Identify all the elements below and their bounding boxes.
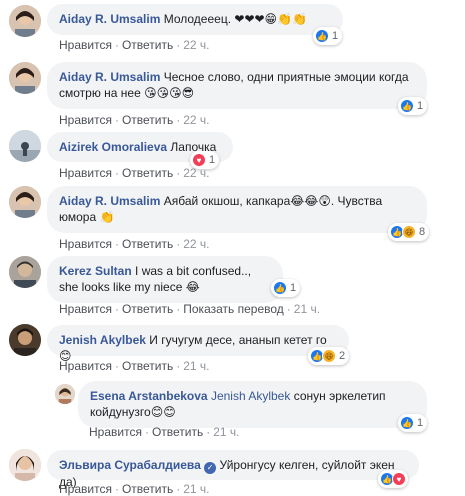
emoji: 😊😊 [150, 405, 176, 419]
avatar[interactable] [55, 384, 75, 404]
comment-bubble: Kerez Sultan I was a bit confused.., she… [47, 256, 283, 303]
timestamp[interactable]: 22 ч. [183, 166, 209, 180]
thumbs-up-icon: 👍 [315, 29, 329, 43]
reply-link[interactable]: Ответить [122, 359, 173, 373]
like-link[interactable]: Нравится [59, 166, 112, 180]
avatar[interactable] [9, 449, 41, 481]
like-link[interactable]: Нравится [59, 302, 112, 316]
comment-actions: Нравится · Ответить · 22 ч. [59, 237, 210, 251]
avatar[interactable] [9, 186, 41, 218]
avatar[interactable] [9, 5, 41, 37]
reaction-summary[interactable]: 👍 1 [313, 27, 343, 45]
mention-link[interactable]: Jenish Akylbek [211, 389, 290, 403]
comment-bubble: Эльвира Сурабалдиева ✓ Уйронгусу келген,… [47, 450, 419, 489]
thumbs-up-icon: 👍 [273, 281, 287, 295]
haha-icon: 😆 [322, 349, 336, 363]
emoji: 😂 [185, 280, 200, 294]
timestamp[interactable]: 22 ч. [183, 237, 209, 251]
author-name[interactable]: Эльвира Сурабалдиева [59, 458, 201, 472]
avatar[interactable] [9, 256, 41, 288]
heart-icon: ♥ [392, 472, 406, 486]
timestamp[interactable]: 21 ч. [183, 482, 209, 496]
emoji: 😘😘😘😎 [144, 86, 195, 100]
reaction-summary[interactable]: 👍 1 [398, 97, 428, 115]
reaction-count: 2 [339, 350, 346, 362]
thumbs-up-icon: 👍 [400, 416, 414, 430]
reaction-summary[interactable]: 👍 1 [271, 279, 301, 297]
author-name[interactable]: Aiday R. Umsalim [59, 70, 160, 84]
comment-bubble: Jenish Akylbek И гучугум десе, ананып ке… [47, 325, 349, 363]
reply-link[interactable]: Ответить [122, 113, 173, 127]
haha-icon: 😆 [402, 225, 416, 239]
reaction-count: 1 [417, 100, 424, 112]
avatar[interactable] [9, 130, 41, 162]
avatar[interactable] [9, 62, 41, 94]
reaction-summary[interactable]: 👍 😆 8 [388, 223, 430, 241]
reply-link[interactable]: Ответить [152, 425, 203, 439]
comment-bubble: Esena Arstanbekova Jenish Akylbek сонун … [78, 381, 427, 428]
timestamp[interactable]: 21 ч. [213, 425, 239, 439]
author-name[interactable]: Esena Arstanbekova [90, 389, 208, 403]
reaction-summary[interactable]: 👍 😆 2 [308, 347, 350, 365]
reaction-summary[interactable]: 👍 1 [398, 414, 428, 432]
reaction-count: 1 [417, 417, 424, 429]
like-link[interactable]: Нравится [59, 38, 112, 52]
reply-link[interactable]: Ответить [122, 166, 173, 180]
reply-link[interactable]: Ответить [122, 38, 173, 52]
avatar[interactable] [9, 324, 41, 356]
comment-bubble: Aiday R. Umsalim Молодееец. ❤❤❤😁👏👏 [47, 4, 343, 35]
reaction-count: 8 [419, 226, 426, 238]
timestamp[interactable]: 21 ч. [294, 302, 320, 316]
author-name[interactable]: Kerez Sultan [59, 264, 132, 278]
comment-actions: Нравится · Ответить · 22 ч. [59, 38, 210, 52]
show-translation-link[interactable]: Показать перевод [183, 302, 284, 316]
comment-actions: Нравится · Ответить · 22 ч. [59, 113, 210, 127]
heart-icon: ♥ [192, 153, 206, 167]
reply-link[interactable]: Ответить [122, 482, 173, 496]
author-name[interactable]: Jenish Akylbek [59, 333, 146, 347]
emoji: 👏 [99, 210, 115, 224]
author-name[interactable]: Aiday R. Umsalim [59, 12, 160, 26]
like-link[interactable]: Нравится [89, 425, 142, 439]
like-link[interactable]: Нравится [59, 113, 112, 127]
reaction-count: 1 [290, 282, 297, 294]
comment-actions: Нравится · Ответить · Показать перевод · 21 ч. [59, 302, 321, 316]
timestamp[interactable]: 21 ч. [183, 359, 209, 373]
author-name[interactable]: Aiday R. Umsalim [59, 194, 160, 208]
comment-bubble: Aiday R. Umsalim Чесное слово, одни прия… [47, 62, 427, 109]
comment-text: Аябай окшош, капкара [163, 194, 291, 208]
reaction-count: 1 [332, 30, 339, 42]
reaction-count: 1 [209, 154, 216, 166]
timestamp[interactable]: 22 ч. [183, 113, 209, 127]
verified-badge-icon: ✓ [204, 462, 217, 474]
comment-actions: Нравится · Ответить · 22 ч. [59, 166, 210, 180]
author-name[interactable]: Aizirek Omoralieva [59, 140, 167, 154]
comment-actions: Нравится · Ответить · 21 ч. [59, 359, 210, 373]
like-link[interactable]: Нравится [59, 237, 112, 251]
reply-link[interactable]: Ответить [122, 302, 173, 316]
emoji: ❤❤❤😁👏👏 [234, 12, 307, 26]
like-link[interactable]: Нравится [59, 359, 112, 373]
timestamp[interactable]: 22 ч. [183, 38, 209, 52]
reply-link[interactable]: Ответить [122, 237, 173, 251]
comment-actions: Нравится · Ответить · 21 ч. [89, 425, 240, 439]
reaction-summary[interactable]: 👍 ♥ [378, 470, 408, 488]
thumbs-up-icon: 👍 [400, 99, 414, 113]
comment-text: Молодееец. [163, 12, 232, 26]
comment-bubble: Aiday R. Umsalim Аябай окшош, капкара😂😂😲… [47, 186, 427, 233]
emoji: 😂😂😲 [290, 194, 331, 208]
comment-text: И гучугум десе, ананып кетет го [149, 333, 327, 347]
like-link[interactable]: Нравится [59, 482, 112, 496]
comment-actions: Нравится · Ответить · 21 ч. [59, 482, 210, 496]
